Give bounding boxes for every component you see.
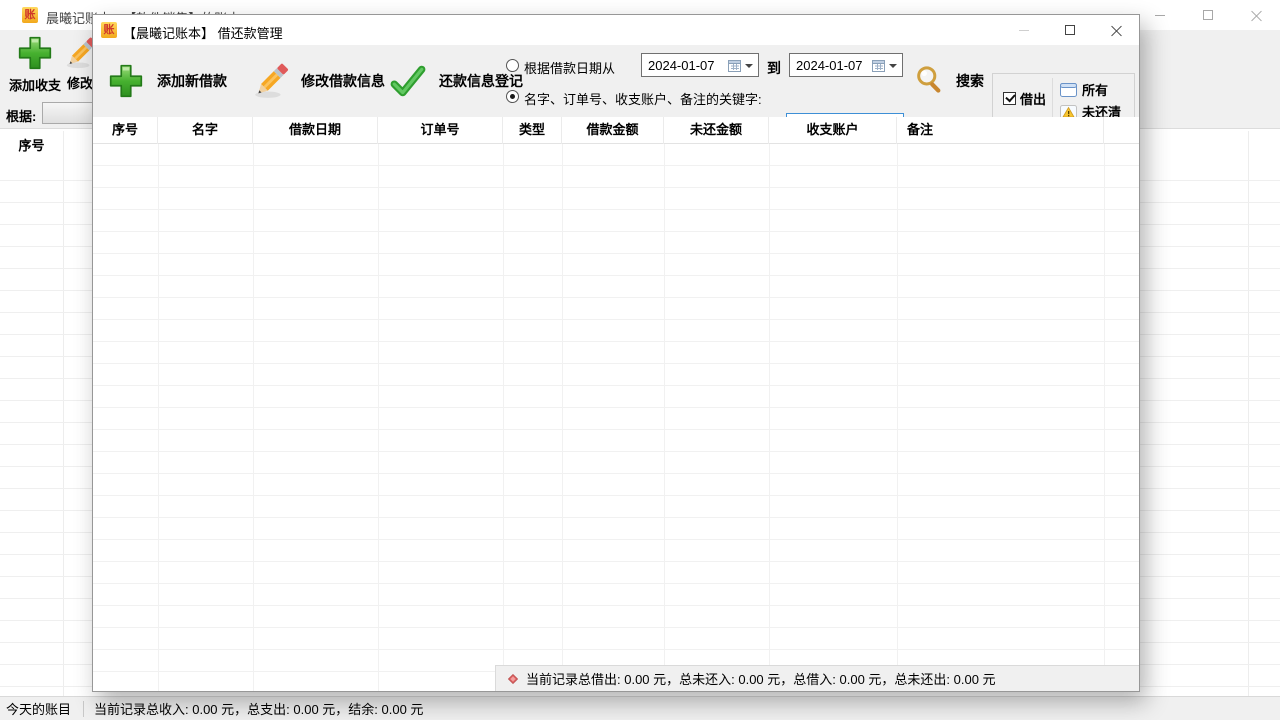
app-icon: 账 — [101, 22, 117, 38]
column-header-seq[interactable]: 序号 — [93, 117, 158, 144]
column-divider — [562, 144, 563, 691]
column-header-unpaid-amount[interactable]: 未还金额 — [664, 117, 769, 144]
checkmark-icon — [389, 62, 427, 100]
summary-bullet-icon — [508, 674, 518, 684]
loan-table-body — [93, 144, 1139, 691]
column-header-order-no[interactable]: 订单号 — [378, 117, 503, 144]
minimize-icon — [1019, 30, 1029, 31]
column-header-type[interactable]: 类型 — [503, 117, 562, 144]
column-divider — [158, 144, 159, 691]
statusbar-divider — [83, 701, 84, 717]
column-divider — [253, 144, 254, 691]
date-range-radio-label: 根据借款日期从 — [524, 58, 615, 77]
date-to-value: 2024-01-07 — [796, 58, 863, 73]
main-summary-text: 当前记录总收入: 0.00 元，总支出: 0.00 元，结余: 0.00 元 — [94, 699, 423, 718]
column-divider — [664, 144, 665, 691]
column-divider — [378, 144, 379, 691]
column-header-name[interactable]: 名字 — [158, 117, 253, 144]
close-icon — [1111, 25, 1122, 36]
main-window-controls — [1136, 0, 1280, 30]
filter-all-button[interactable]: 所有 — [1060, 80, 1108, 99]
dialog-titlebar: 账 【晨曦记账本】 借还款管理 — [93, 15, 1139, 45]
dialog-close-button[interactable] — [1093, 15, 1139, 45]
keyword-radio[interactable] — [506, 90, 519, 103]
dialog-minimize-button[interactable] — [1001, 15, 1047, 45]
maximize-button[interactable] — [1184, 0, 1232, 30]
column-divider — [503, 144, 504, 691]
column-header-filler — [1104, 117, 1139, 144]
column-divider — [897, 144, 898, 691]
date-from-value: 2024-01-07 — [648, 58, 715, 73]
search-icon — [914, 63, 948, 99]
column-header-loan-date[interactable]: 借款日期 — [253, 117, 378, 144]
maximize-icon — [1203, 10, 1213, 20]
add-transaction-label: 添加收支 — [9, 75, 61, 94]
date-range-radio[interactable] — [506, 59, 519, 72]
filter-all-label: 所有 — [1082, 80, 1108, 99]
dialog-title: 【晨曦记账本】 借还款管理 — [123, 23, 283, 42]
dropdown-arrow-icon — [889, 64, 897, 68]
filter-by-label: 根据: — [6, 106, 36, 125]
dialog-window-controls — [1001, 15, 1139, 45]
loan-management-dialog: 账 【晨曦记账本】 借还款管理 添加新借款 — [92, 14, 1140, 692]
window-icon — [1060, 83, 1077, 97]
plus-icon — [107, 62, 145, 100]
add-loan-label: 添加新借款 — [157, 71, 227, 91]
search-button[interactable]: 搜索 — [914, 45, 984, 117]
date-to-picker[interactable]: 2024-01-07 — [789, 53, 903, 77]
close-button[interactable] — [1232, 0, 1280, 30]
repayment-register-button[interactable]: 还款信息登记 — [389, 45, 523, 117]
checkbox-checked-icon — [1003, 92, 1016, 105]
loan-table-header: 序号 名字 借款日期 订单号 类型 借款金额 未还金额 收支账户 备注 — [93, 117, 1139, 144]
pencil-icon — [251, 62, 289, 100]
calendar-icon — [728, 59, 741, 72]
minimize-icon — [1155, 15, 1165, 16]
date-from-picker[interactable]: 2024-01-07 — [641, 53, 759, 77]
repayment-register-label: 还款信息登记 — [439, 71, 523, 91]
column-header-loan-amount[interactable]: 借款金额 — [562, 117, 664, 144]
edit-loan-button[interactable]: 修改借款信息 — [251, 45, 385, 117]
dialog-maximize-button[interactable] — [1047, 15, 1093, 45]
app-icon: 账 — [22, 7, 38, 23]
column-header-remark[interactable]: 备注 — [897, 117, 1104, 144]
close-icon — [1251, 10, 1262, 21]
search-label: 搜索 — [956, 71, 984, 91]
to-label: 到 — [767, 58, 781, 78]
maximize-icon — [1065, 25, 1075, 35]
minimize-button[interactable] — [1136, 0, 1184, 30]
add-loan-button[interactable]: 添加新借款 — [107, 45, 227, 117]
dialog-summary-text: 当前记录总借出: 0.00 元，总未还入: 0.00 元，总借入: 0.00 元… — [526, 669, 996, 688]
edit-loan-label: 修改借款信息 — [301, 71, 385, 91]
today-accounts-label: 今天的账目 — [0, 699, 83, 718]
column-divider — [769, 144, 770, 691]
dialog-statusbar: 当前记录总借出: 0.00 元，总未还入: 0.00 元，总借入: 0.00 元… — [495, 665, 1139, 691]
main-statusbar: 今天的账目 当前记录总收入: 0.00 元，总支出: 0.00 元，结余: 0.… — [0, 696, 1280, 720]
column-header-account[interactable]: 收支账户 — [769, 117, 897, 144]
dialog-toolbar: 添加新借款 修改借款信息 还款信息登记 — [93, 45, 1139, 117]
main-column-header-seq[interactable]: 序号 — [0, 135, 63, 154]
plus-icon — [16, 34, 54, 72]
calendar-icon — [872, 59, 885, 72]
keyword-radio-label: 名字、订单号、收支账户、备注的关键字: — [524, 89, 762, 108]
column-divider — [1104, 144, 1105, 691]
lend-out-label: 借出 — [1020, 89, 1046, 108]
add-transaction-button[interactable]: 添加收支 — [6, 34, 64, 94]
modify-transaction-label: 修改 — [67, 73, 93, 92]
dropdown-arrow-icon — [745, 64, 753, 68]
lend-out-checkbox[interactable]: 借出 — [1003, 89, 1046, 108]
